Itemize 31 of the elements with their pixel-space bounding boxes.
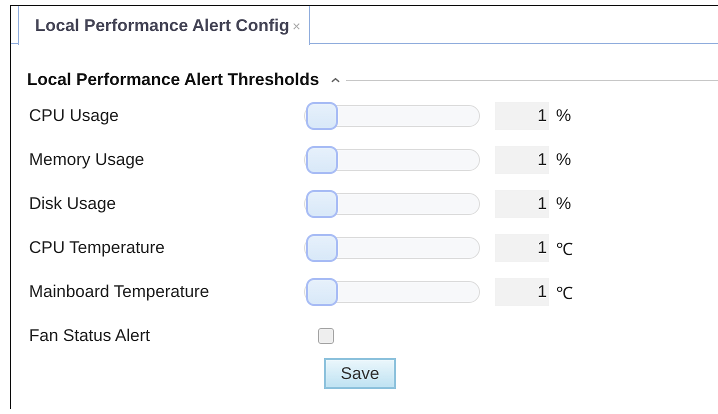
unit-label: ℃ xyxy=(556,238,573,260)
unit-label: % xyxy=(556,106,572,126)
field-label: Disk Usage xyxy=(28,194,117,214)
value-field[interactable]: 1 xyxy=(495,190,549,218)
field-label: Memory Usage xyxy=(28,150,146,170)
value-field[interactable]: 1 xyxy=(495,146,549,174)
unit-label: ℃ xyxy=(556,282,573,304)
field-label: Mainboard Temperature xyxy=(28,282,210,302)
section-title: Local Performance Alert Thresholds xyxy=(27,70,320,90)
slider-thumb[interactable] xyxy=(306,278,338,306)
save-button[interactable]: Save xyxy=(324,358,396,389)
slider-thumb[interactable] xyxy=(306,234,338,262)
field-label: CPU Temperature xyxy=(28,238,166,258)
unit-label: % xyxy=(556,150,572,170)
slider-thumb[interactable] xyxy=(306,190,338,218)
value-field[interactable]: 1 xyxy=(495,102,549,130)
slider-track[interactable] xyxy=(304,149,480,171)
slider-track[interactable] xyxy=(304,193,480,215)
slider-track[interactable] xyxy=(304,237,480,259)
value-field[interactable]: 1 xyxy=(495,234,549,262)
unit-label: % xyxy=(556,194,572,214)
tab[interactable]: Local Performance Alert Config × xyxy=(18,6,310,45)
slider-thumb[interactable] xyxy=(306,146,338,174)
slider-thumb[interactable] xyxy=(306,102,338,130)
slider-track[interactable] xyxy=(304,281,480,303)
value-field[interactable]: 1 xyxy=(495,278,549,306)
field-label: Fan Status Alert xyxy=(28,326,151,346)
field-label: CPU Usage xyxy=(28,106,120,126)
checkbox[interactable] xyxy=(318,328,334,344)
slider-track[interactable] xyxy=(304,105,480,127)
collapse-icon[interactable] xyxy=(331,77,340,83)
